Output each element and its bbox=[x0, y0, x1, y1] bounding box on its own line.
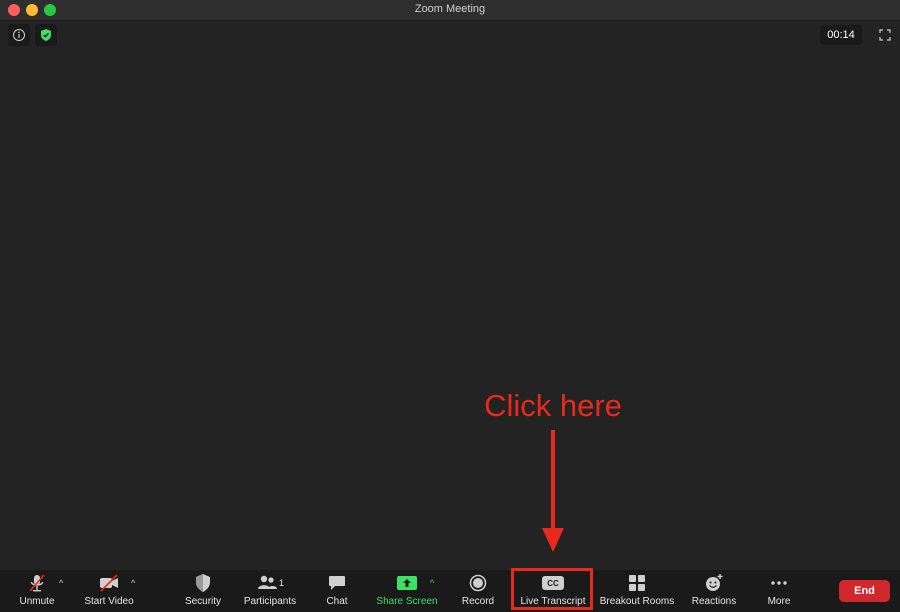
reactions-button[interactable]: Reactions bbox=[690, 572, 738, 610]
title-bar: Zoom Meeting bbox=[0, 0, 900, 21]
fullscreen-button[interactable] bbox=[876, 26, 894, 44]
breakout-rooms-grid-icon bbox=[629, 575, 645, 591]
annotation-arrow-shaft bbox=[551, 430, 555, 530]
start-video-button[interactable]: Start Video bbox=[80, 572, 138, 610]
share-screen-label: Share Screen bbox=[376, 596, 438, 607]
participants-icon bbox=[257, 575, 277, 589]
record-icon bbox=[469, 574, 487, 592]
more-button[interactable]: More bbox=[764, 572, 794, 610]
breakout-rooms-button[interactable]: Breakout Rooms bbox=[599, 572, 675, 610]
security-button[interactable]: Security bbox=[183, 572, 223, 610]
shield-check-icon bbox=[41, 29, 51, 41]
record-button[interactable]: Record bbox=[459, 572, 497, 610]
info-icon bbox=[13, 29, 25, 41]
annotation-arrow-head bbox=[542, 528, 564, 552]
reactions-label: Reactions bbox=[691, 596, 737, 607]
participants-button[interactable]: 1 Participants bbox=[242, 572, 298, 610]
more-dots-icon bbox=[771, 581, 787, 585]
meeting-timer: 00:14 bbox=[820, 25, 862, 45]
participants-label: Participants bbox=[243, 596, 297, 607]
record-label: Record bbox=[461, 596, 495, 607]
fullscreen-icon bbox=[879, 29, 891, 41]
window-title: Zoom Meeting bbox=[414, 3, 486, 15]
meeting-info-button[interactable] bbox=[8, 24, 30, 46]
unmute-button[interactable]: Unmute bbox=[16, 572, 58, 610]
end-meeting-button[interactable]: End bbox=[839, 580, 890, 602]
share-screen-icon bbox=[397, 576, 417, 590]
encryption-status-button[interactable] bbox=[35, 24, 57, 46]
annotation-text: Click here bbox=[484, 388, 622, 423]
meeting-video-area bbox=[0, 21, 900, 570]
share-options-caret[interactable]: ^ bbox=[430, 578, 434, 588]
chat-bubble-icon bbox=[329, 576, 345, 590]
video-off-icon bbox=[100, 574, 118, 592]
audio-options-caret[interactable]: ^ bbox=[59, 578, 63, 588]
shield-icon bbox=[196, 574, 210, 592]
start-video-label: Start Video bbox=[84, 596, 134, 607]
video-options-caret[interactable]: ^ bbox=[131, 578, 135, 588]
smiley-plus-icon bbox=[706, 574, 723, 591]
security-label: Security bbox=[184, 596, 222, 607]
more-label: More bbox=[767, 596, 791, 607]
chat-button[interactable]: Chat bbox=[322, 572, 352, 610]
breakout-rooms-label: Breakout Rooms bbox=[599, 596, 675, 607]
chat-label: Chat bbox=[326, 596, 348, 607]
microphone-muted-icon bbox=[29, 574, 45, 592]
unmute-label: Unmute bbox=[19, 596, 55, 607]
annotation-highlight-box bbox=[511, 568, 593, 610]
participants-count: 1 bbox=[278, 578, 284, 588]
